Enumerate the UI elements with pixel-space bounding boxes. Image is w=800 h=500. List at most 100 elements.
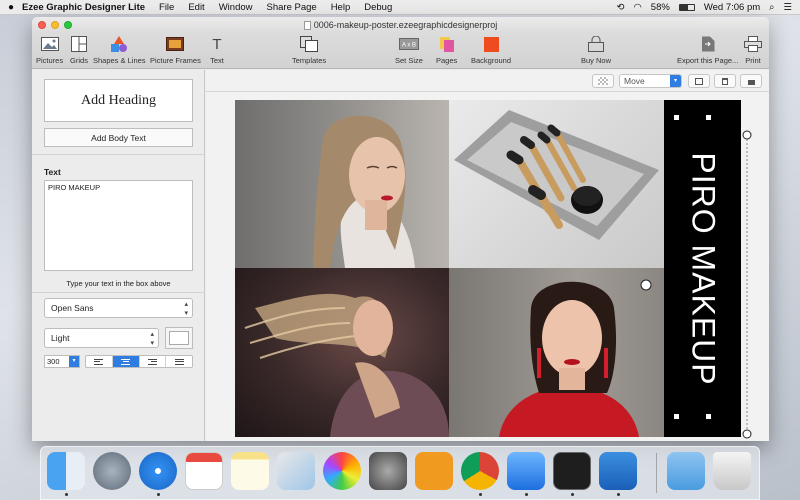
rotate-handle-icon[interactable]: [640, 279, 652, 291]
lock-button[interactable]: [740, 74, 762, 88]
align-justify-button[interactable]: [166, 356, 192, 367]
lock-icon: [747, 79, 755, 85]
menu-file[interactable]: File: [159, 2, 174, 13]
mode-select[interactable]: Move ▾: [619, 74, 682, 88]
menu-debug[interactable]: Debug: [364, 2, 392, 13]
picture-frames-label: Picture Frames: [150, 56, 201, 65]
time-machine-icon[interactable]: ⟲: [617, 2, 625, 13]
dock: [40, 446, 760, 500]
preview-icon[interactable]: [277, 452, 315, 490]
close-button[interactable]: [38, 21, 46, 29]
menu-list-icon[interactable]: ☰: [783, 2, 792, 13]
export-icon: [698, 34, 718, 54]
picture-icon: [40, 34, 60, 54]
app-menu[interactable]: Ezee Graphic Designer Lite: [22, 2, 145, 13]
export-button[interactable]: Export this Page...: [677, 34, 738, 65]
buy-now-label: Buy Now: [581, 56, 612, 65]
menu-help[interactable]: Help: [331, 2, 351, 13]
export-label: Export this Page...: [677, 56, 739, 65]
trash-icon[interactable]: [713, 452, 751, 490]
checker-icon: [598, 77, 608, 85]
text-color-well[interactable]: [165, 327, 193, 349]
resize-handle-top[interactable]: [742, 130, 752, 140]
zoom-button[interactable]: [64, 21, 72, 29]
finder-icon[interactable]: [47, 452, 85, 490]
font-weight-select[interactable]: Light ▴ ▾: [44, 328, 159, 348]
shapes-button[interactable]: Shapes & Lines: [93, 34, 146, 65]
chevron-down-icon: ▾: [670, 75, 681, 87]
templates-button[interactable]: Templates: [292, 34, 326, 65]
align-right-icon: [147, 358, 157, 365]
safari-icon[interactable]: [139, 452, 177, 490]
shapes-icon: [109, 34, 129, 54]
minimize-button[interactable]: [51, 21, 59, 29]
buy-now-button[interactable]: Buy Now: [581, 34, 611, 65]
text-hint: Type your text in the box above: [66, 279, 171, 288]
ibooks-icon[interactable]: [415, 452, 453, 490]
print-label: Print: [745, 56, 761, 65]
text-button[interactable]: T Text: [207, 34, 227, 66]
text-icon: T: [212, 35, 222, 53]
align-center-button[interactable]: [112, 356, 140, 367]
transparency-button[interactable]: [592, 74, 614, 88]
running-indicator: [65, 493, 68, 496]
calendar-icon[interactable]: [185, 452, 223, 490]
color-swatch: [169, 331, 189, 345]
battery-icon[interactable]: [678, 3, 695, 11]
running-indicator: [571, 493, 574, 496]
menu-share-page[interactable]: Share Page: [267, 2, 317, 13]
terminal-icon[interactable]: [553, 452, 591, 490]
ezee-app-icon[interactable]: [599, 452, 637, 490]
picture-frames-button[interactable]: Picture Frames: [150, 34, 201, 65]
system-preferences-icon[interactable]: [369, 452, 407, 490]
align-left-button[interactable]: [86, 356, 113, 367]
resize-handle-bottom[interactable]: [742, 429, 752, 439]
search-icon[interactable]: ⌕: [769, 2, 774, 13]
text-properties-panel: Add Heading Add Body Text Text PIRO MAKE…: [32, 70, 205, 441]
font-family-select[interactable]: Open Sans ▴ ▾: [44, 298, 193, 318]
running-indicator: [525, 493, 528, 496]
apple-menu-icon[interactable]: ●: [0, 2, 22, 13]
mode-value: Move: [624, 76, 645, 86]
canvas-area[interactable]: PIRO MAKEUP: [206, 92, 769, 441]
running-indicator: [617, 493, 620, 496]
picture-frame-icon: [165, 34, 185, 54]
text-section-label: Text: [44, 167, 61, 177]
menu-window[interactable]: Window: [219, 2, 253, 13]
delete-button[interactable]: [714, 74, 736, 88]
add-body-text-button[interactable]: Add Body Text: [44, 128, 193, 147]
title-bar: 0006-makeup-poster.ezeegraphicdesignerpr…: [32, 17, 769, 33]
photos-icon[interactable]: [323, 452, 361, 490]
grids-button[interactable]: Grids: [69, 34, 89, 65]
menu-edit[interactable]: Edit: [188, 2, 204, 13]
running-indicator: [479, 493, 482, 496]
set-size-button[interactable]: A x B Set Size: [395, 34, 423, 65]
clock[interactable]: Wed 7:06 pm: [704, 2, 760, 13]
status-area: ⟲ ◠ 58% Wed 7:06 pm ⌕ ☰: [617, 2, 800, 13]
chrome-icon[interactable]: [461, 452, 499, 490]
wifi-icon[interactable]: ◠: [634, 2, 642, 13]
font-size-select[interactable]: 300 ▾: [44, 355, 80, 368]
set-size-icon: A x B: [398, 34, 419, 54]
pages-button[interactable]: Pages: [436, 34, 457, 65]
pages-label: Pages: [436, 56, 458, 65]
updown-arrows-icon: ▴ ▾: [150, 331, 154, 347]
launchpad-icon[interactable]: [93, 452, 131, 490]
align-justify-icon: [174, 358, 184, 365]
battery-percent[interactable]: 58%: [651, 2, 670, 13]
add-heading-button[interactable]: Add Heading: [44, 79, 193, 122]
print-button[interactable]: Print: [743, 34, 763, 65]
pictures-button[interactable]: Pictures: [36, 34, 63, 65]
templates-label: Templates: [292, 56, 327, 65]
app-window: 0006-makeup-poster.ezeegraphicdesignerpr…: [32, 17, 769, 441]
notes-icon[interactable]: [231, 452, 269, 490]
font-weight-value: Light: [51, 333, 70, 343]
background-button[interactable]: Background: [471, 34, 511, 65]
text-input[interactable]: PIRO MAKEUP: [44, 180, 193, 271]
duplicate-button[interactable]: [688, 74, 710, 88]
align-right-button[interactable]: [140, 356, 167, 367]
printer-icon: [743, 34, 763, 54]
window-title: 0006-makeup-poster.ezeegraphicdesignerpr…: [313, 20, 498, 30]
downloads-folder-icon[interactable]: [667, 452, 705, 490]
xcode-icon[interactable]: [507, 452, 545, 490]
